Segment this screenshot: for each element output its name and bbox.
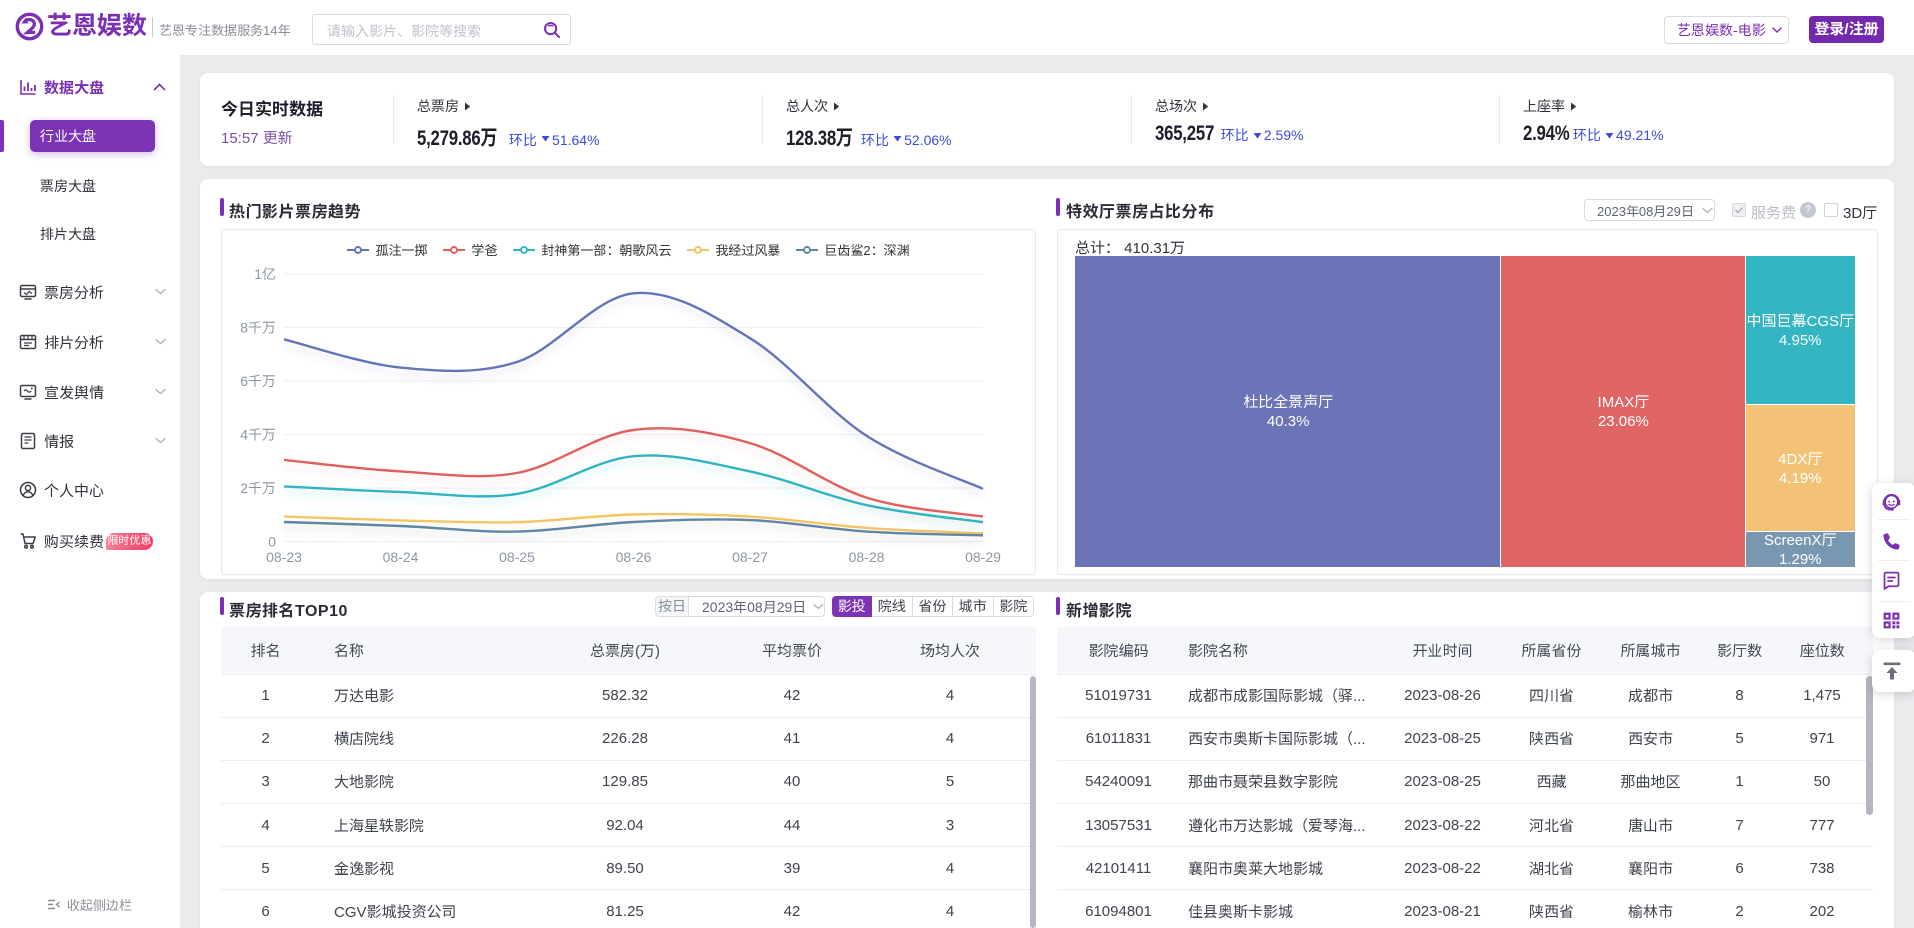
svg-text:08-27: 08-27 [732,549,768,565]
svg-text:08-24: 08-24 [383,549,419,565]
svg-text:1亿: 1亿 [254,266,276,282]
svg-text:2千万: 2千万 [240,480,276,496]
svg-text:6千万: 6千万 [240,373,276,389]
svg-text:08-28: 08-28 [849,549,885,565]
svg-text:0: 0 [268,534,276,550]
svg-text:08-29: 08-29 [965,549,1001,565]
svg-text:8千万: 8千万 [240,320,276,336]
svg-text:08-26: 08-26 [616,549,652,565]
svg-text:08-23: 08-23 [266,549,302,565]
svg-text:4千万: 4千万 [240,427,276,443]
svg-text:08-25: 08-25 [499,549,535,565]
